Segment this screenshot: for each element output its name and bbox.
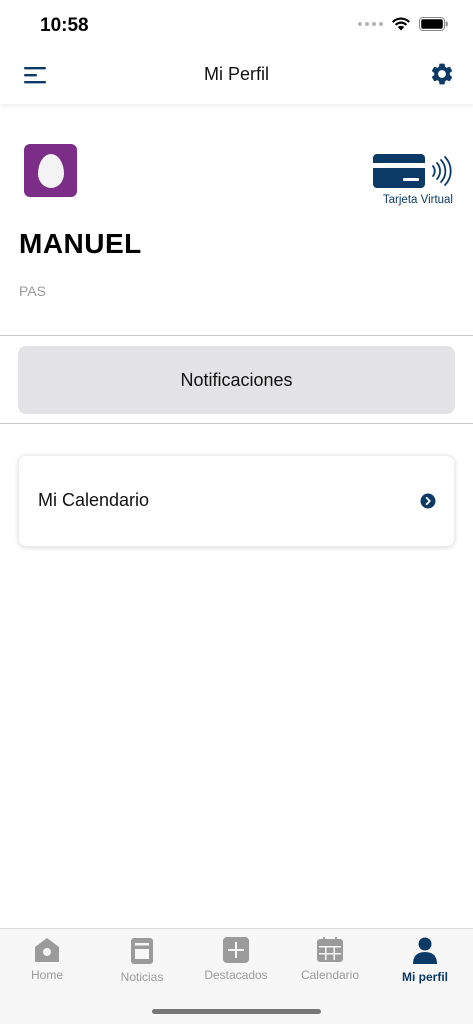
settings-button[interactable] xyxy=(429,61,455,87)
signal-icon xyxy=(358,21,383,26)
my-calendar-label: Mi Calendario xyxy=(38,490,150,510)
tab-featured[interactable]: Destacados xyxy=(189,937,283,982)
notifications-button[interactable]: Notificaciones xyxy=(18,346,455,414)
tab-my-profile[interactable]: Mi perfil xyxy=(378,937,472,984)
divider xyxy=(0,423,473,424)
virtual-card-label: Tarjeta Virtual xyxy=(382,194,453,206)
app-header: Mi Perfil xyxy=(0,50,473,104)
tab-label: Home xyxy=(30,968,63,982)
my-calendar-card[interactable]: Mi Calendario xyxy=(18,455,455,547)
tab-home[interactable]: Home xyxy=(0,937,94,982)
tab-label: Noticias xyxy=(120,970,164,984)
user-role: PAS xyxy=(19,283,46,299)
tab-news[interactable]: Noticias xyxy=(95,937,189,984)
divider xyxy=(0,335,473,336)
status-time: 10:58 xyxy=(40,15,89,36)
status-icons xyxy=(358,16,449,31)
calendar-icon xyxy=(317,937,343,962)
tab-label: Mi perfil xyxy=(401,970,448,984)
user-icon xyxy=(413,937,437,964)
plus-icon xyxy=(223,937,249,963)
news-icon xyxy=(131,938,153,964)
chevron-right-icon xyxy=(420,493,436,509)
status-bar: 10:58 xyxy=(0,0,473,50)
home-indicator xyxy=(152,1009,321,1014)
tab-label: Calendario xyxy=(300,968,360,982)
home-icon xyxy=(35,938,59,962)
avatar xyxy=(24,144,77,197)
battery-icon xyxy=(419,16,448,31)
virtual-card-button[interactable]: Tarjeta Virtual xyxy=(371,152,453,206)
contactless-card-icon xyxy=(373,154,452,188)
tab-calendar[interactable]: Calendario xyxy=(283,937,377,982)
gear-icon xyxy=(431,63,453,85)
egg-icon xyxy=(37,153,64,188)
tab-label: Destacados xyxy=(204,968,268,982)
user-name: MANUEL xyxy=(19,228,142,259)
page-title: Mi Perfil xyxy=(203,64,269,84)
wifi-icon xyxy=(392,17,410,31)
